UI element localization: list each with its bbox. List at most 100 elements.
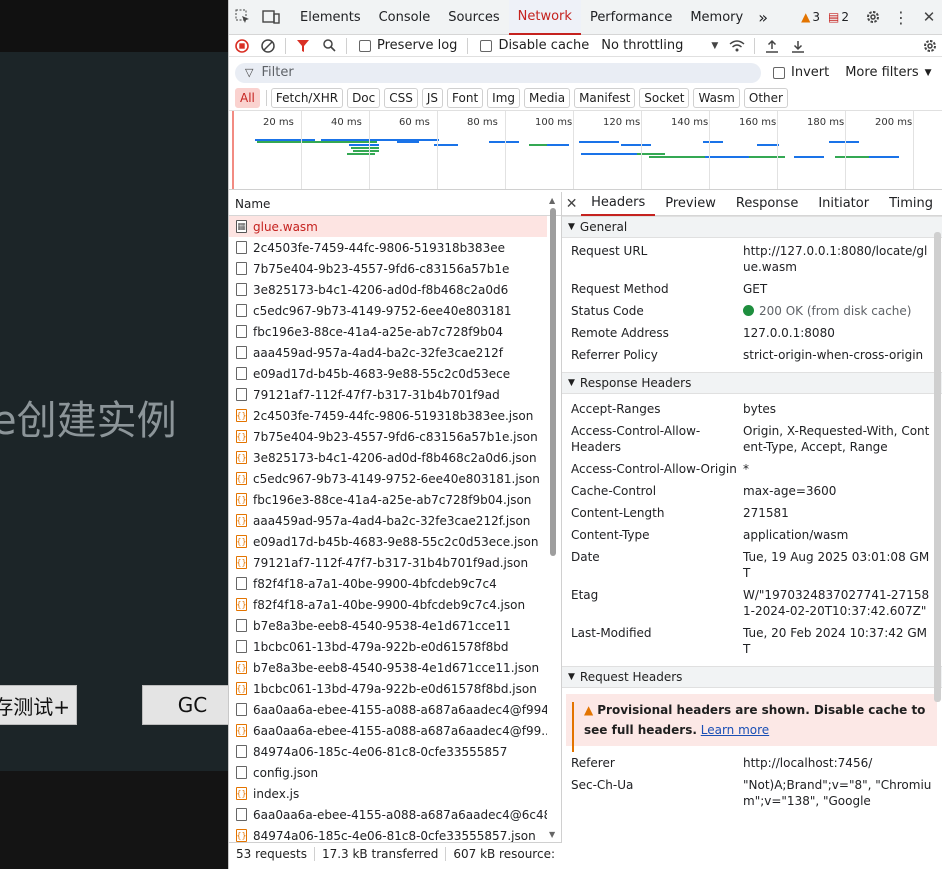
warnings-badge[interactable]: ▲ 3 bbox=[801, 10, 820, 24]
inspect-element-icon[interactable] bbox=[229, 3, 257, 31]
document-file-icon bbox=[236, 619, 247, 632]
request-row[interactable]: ▦ glue.wasm bbox=[229, 216, 547, 237]
learn-more-link[interactable]: Learn more bbox=[701, 723, 769, 737]
tab-network[interactable]: Network bbox=[508, 0, 581, 35]
request-row[interactable]: c5edc967-9b73-4149-9752-6ee40e803181 bbox=[229, 300, 547, 321]
request-row[interactable]: e09ad17d-b45b-4683-9e88-55c2c0d53ece bbox=[229, 363, 547, 384]
request-row[interactable]: {} e09ad17d-b45b-4683-9e88-55c2c0d53ece.j… bbox=[229, 531, 547, 552]
request-row[interactable]: {} aaa459ad-957a-4ad4-ba2c-32fe3cae212f.j… bbox=[229, 510, 547, 531]
request-row[interactable]: 6aa0aa6a-ebee-4155-a088-a687a6aadec4@6c4… bbox=[229, 804, 547, 825]
type-filter-media[interactable]: Media bbox=[524, 88, 571, 108]
scroll-down-icon[interactable]: ▼ bbox=[549, 830, 555, 839]
settings-gear-icon[interactable] bbox=[859, 3, 887, 31]
disable-cache-checkbox[interactable]: Disable cache bbox=[480, 38, 589, 53]
response-headers-section-header[interactable]: ▼ Response Headers bbox=[562, 372, 942, 394]
request-row[interactable]: {} fbc196e3-88ce-41a4-a25e-ab7c728f9b04.j… bbox=[229, 489, 547, 510]
type-filter-all[interactable]: All bbox=[235, 88, 260, 108]
document-file-icon bbox=[236, 388, 247, 401]
export-har-icon[interactable] bbox=[785, 35, 811, 57]
header-name: Accept-Ranges bbox=[571, 402, 661, 416]
request-name: b7e8a3be-eeb8-4540-9538-4e1d671cce11.jso… bbox=[253, 660, 540, 675]
type-filter-wasm[interactable]: Wasm bbox=[693, 88, 740, 108]
request-row[interactable]: 6aa0aa6a-ebee-4155-a088-a687a6aadec4@f99… bbox=[229, 699, 547, 720]
preserve-log-checkbox[interactable]: Preserve log bbox=[359, 38, 457, 53]
tab-performance[interactable]: Performance bbox=[581, 0, 681, 35]
type-filter-socket[interactable]: Socket bbox=[639, 88, 690, 108]
request-row[interactable]: {} 2c4503fe-7459-44fc-9806-519318b383ee.j… bbox=[229, 405, 547, 426]
network-settings-gear-icon[interactable] bbox=[917, 35, 942, 57]
close-details-icon[interactable]: ✕ bbox=[562, 196, 581, 212]
request-list-scrollbar[interactable]: ▲ ▼ bbox=[549, 196, 557, 839]
request-row[interactable]: {} 84974a06-185c-4e06-81c8-0cfe33555857.j… bbox=[229, 825, 547, 842]
request-headers-section-header[interactable]: ▼ Request Headers bbox=[562, 666, 942, 688]
throttling-select[interactable]: No throttling ▼ bbox=[601, 38, 718, 53]
scrollbar-thumb[interactable] bbox=[550, 208, 556, 556]
request-row[interactable]: 2c4503fe-7459-44fc-9806-519318b383ee bbox=[229, 237, 547, 258]
clear-icon[interactable] bbox=[255, 35, 281, 57]
type-filter-font[interactable]: Font bbox=[447, 88, 484, 108]
document-file-icon bbox=[236, 346, 247, 359]
request-row[interactable]: aaa459ad-957a-4ad4-ba2c-32fe3cae212f bbox=[229, 342, 547, 363]
type-filter-img[interactable]: Img bbox=[487, 88, 521, 108]
details-tab-preview[interactable]: Preview bbox=[655, 192, 726, 216]
request-row[interactable]: {} b7e8a3be-eeb8-4540-9538-4e1d671cce11.j… bbox=[229, 657, 547, 678]
type-filter-doc[interactable]: Doc bbox=[347, 88, 381, 108]
kebab-menu-icon[interactable]: ⋮ bbox=[887, 3, 915, 31]
overview-request-bar bbox=[257, 141, 377, 143]
general-section-header[interactable]: ▼ General bbox=[562, 216, 942, 238]
request-row[interactable]: {} 6aa0aa6a-ebee-4155-a088-a687a6aadec4@f… bbox=[229, 720, 547, 741]
details-tab-initiator[interactable]: Initiator bbox=[808, 192, 879, 216]
tab-console[interactable]: Console bbox=[370, 0, 440, 35]
network-overview-timeline[interactable]: 20 ms 40 ms 60 ms 80 ms 100 ms 120 ms 140 ms 16… bbox=[229, 110, 942, 190]
search-icon[interactable] bbox=[316, 35, 342, 57]
overview-request-bar bbox=[794, 156, 824, 158]
memory-test-button[interactable]: 存测试+ bbox=[0, 685, 77, 725]
messages-badge[interactable]: ▤ 2 bbox=[828, 10, 849, 24]
scroll-up-icon[interactable]: ▲ bbox=[549, 196, 555, 205]
network-conditions-icon[interactable] bbox=[724, 35, 750, 57]
request-row[interactable]: {} f82f4f18-a7a1-40be-9900-4bfcdeb9c7c4.j… bbox=[229, 594, 547, 615]
type-filter-js[interactable]: JS bbox=[421, 88, 444, 108]
request-row[interactable]: {} index.js bbox=[229, 783, 547, 804]
more-tabs-icon[interactable]: » bbox=[752, 0, 774, 35]
request-row[interactable]: config.json bbox=[229, 762, 547, 783]
request-row[interactable]: 84974a06-185c-4e06-81c8-0cfe33555857 bbox=[229, 741, 547, 762]
import-har-icon[interactable] bbox=[759, 35, 785, 57]
filter-input[interactable]: ▽ Filter bbox=[235, 62, 761, 83]
header-name: Referer bbox=[571, 756, 615, 770]
gc-button[interactable]: GC bbox=[142, 685, 228, 725]
record-stop-icon[interactable] bbox=[229, 35, 255, 57]
tab-elements[interactable]: Elements bbox=[291, 0, 370, 35]
request-row[interactable]: {} 79121af7-112f-47f7-b317-31b4b701f9ad.j… bbox=[229, 552, 547, 573]
request-row[interactable]: {} c5edc967-9b73-4149-9752-6ee40e803181.j… bbox=[229, 468, 547, 489]
details-tab-headers[interactable]: Headers bbox=[581, 192, 656, 216]
filter-funnel-icon[interactable] bbox=[290, 35, 316, 57]
close-devtools-icon[interactable]: ✕ bbox=[915, 3, 942, 31]
more-filters-dropdown[interactable]: More filters ▼ bbox=[845, 65, 931, 80]
header-row: Accept-Ranges bytes bbox=[562, 398, 942, 420]
details-tab-timing[interactable]: Timing bbox=[879, 192, 942, 216]
request-row[interactable]: {} 3e825173-b4c1-4206-ad0d-f8b468c2a0d6.j… bbox=[229, 447, 547, 468]
request-row[interactable]: {} 1bcbc061-13bd-479a-922b-e0d61578f8bd.j… bbox=[229, 678, 547, 699]
details-tab-response[interactable]: Response bbox=[726, 192, 808, 216]
request-row[interactable]: 7b75e404-9b23-4557-9fd6-c83156a57b1e bbox=[229, 258, 547, 279]
name-column-header[interactable]: Name bbox=[229, 192, 561, 216]
overview-gridline bbox=[641, 111, 642, 189]
request-row[interactable]: 1bcbc061-13bd-479a-922b-e0d61578f8bd bbox=[229, 636, 547, 657]
request-row[interactable]: 79121af7-112f-47f7-b317-31b4b701f9ad bbox=[229, 384, 547, 405]
type-filter-other[interactable]: Other bbox=[743, 88, 788, 108]
tab-memory[interactable]: Memory bbox=[681, 0, 752, 35]
request-row[interactable]: f82f4f18-a7a1-40be-9900-4bfcdeb9c7c4 bbox=[229, 573, 547, 594]
header-name: Etag bbox=[571, 588, 599, 602]
type-filter-css[interactable]: CSS bbox=[384, 88, 418, 108]
type-filter-fetch-xhr[interactable]: Fetch/XHR bbox=[270, 88, 344, 108]
invert-checkbox[interactable]: Invert bbox=[773, 65, 829, 80]
details-scrollbar[interactable] bbox=[934, 232, 941, 702]
request-row[interactable]: 3e825173-b4c1-4206-ad0d-f8b468c2a0d6 bbox=[229, 279, 547, 300]
type-filter-manifest[interactable]: Manifest bbox=[574, 88, 636, 108]
request-row[interactable]: {} 7b75e404-9b23-4557-9fd6-c83156a57b1e.j… bbox=[229, 426, 547, 447]
tab-sources[interactable]: Sources bbox=[439, 0, 508, 35]
device-toolbar-icon[interactable] bbox=[257, 3, 285, 31]
request-row[interactable]: b7e8a3be-eeb8-4540-9538-4e1d671cce11 bbox=[229, 615, 547, 636]
request-row[interactable]: fbc196e3-88ce-41a4-a25e-ab7c728f9b04 bbox=[229, 321, 547, 342]
